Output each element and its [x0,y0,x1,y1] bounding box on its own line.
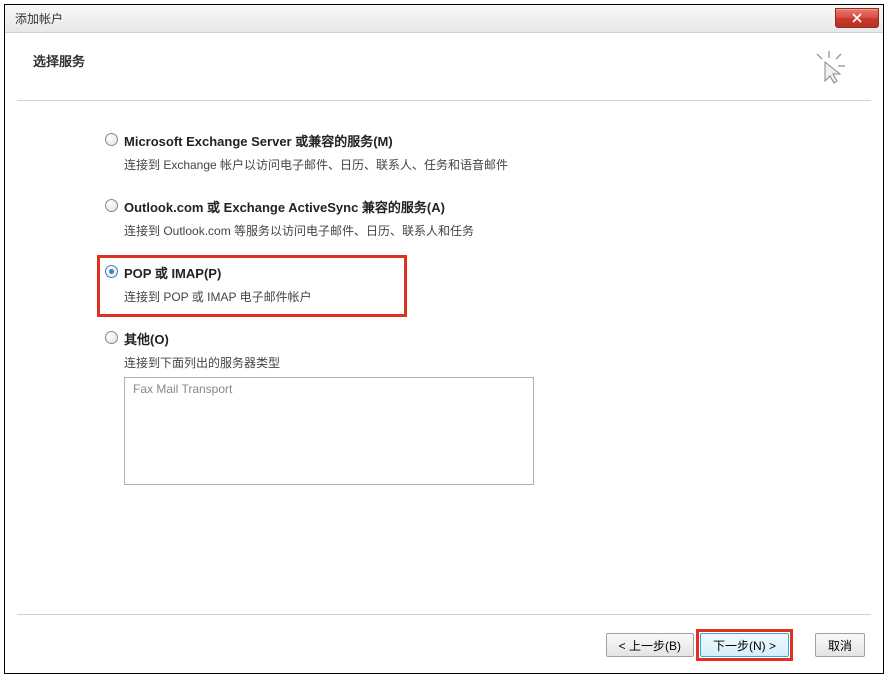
option-other: 其他(O) 连接到下面列出的服务器类型 Fax Mail Transport [105,329,883,485]
titlebar: 添加帐户 [5,5,883,33]
window-title: 添加帐户 [15,10,63,27]
content-area: Microsoft Exchange Server 或兼容的服务(M) 连接到 … [5,101,883,614]
radio-outlook[interactable] [105,199,118,212]
option-desc-other: 连接到下面列出的服务器类型 [124,354,883,371]
option-label-outlook: Outlook.com 或 Exchange ActiveSync 兼容的服务(… [124,197,445,216]
option-label-pop-imap: POP 或 IMAP(P) [124,263,221,282]
option-desc-pop-imap: 连接到 POP 或 IMAP 电子邮件帐户 [124,288,883,305]
option-desc-outlook: 连接到 Outlook.com 等服务以访问电子邮件、日历、联系人和任务 [124,222,883,239]
cancel-button[interactable]: 取消 [815,633,865,657]
back-button[interactable]: < 上一步(B) [606,633,694,657]
option-label-other: 其他(O) [124,329,169,348]
next-button-wrapper: 下一步(N) > [700,633,789,657]
option-desc-exchange: 连接到 Exchange 帐户以访问电子邮件、日历、联系人、任务和语音邮件 [124,156,883,173]
option-outlook: Outlook.com 或 Exchange ActiveSync 兼容的服务(… [105,197,883,239]
radio-exchange[interactable] [105,133,118,146]
footer-separator [17,614,871,615]
cursor-sparkle-icon [811,49,847,88]
close-icon [852,13,862,23]
next-button[interactable]: 下一步(N) > [700,633,789,657]
server-type-listbox[interactable]: Fax Mail Transport [124,377,534,485]
list-item[interactable]: Fax Mail Transport [133,382,525,396]
radio-pop-imap[interactable] [105,265,118,278]
page-title: 选择服务 [33,51,85,70]
wizard-footer: < 上一步(B) 下一步(N) > 取消 [5,619,883,673]
radio-other[interactable] [105,331,118,344]
close-button[interactable] [835,8,879,28]
wizard-header: 选择服务 [5,33,883,100]
option-exchange: Microsoft Exchange Server 或兼容的服务(M) 连接到 … [105,131,883,173]
add-account-dialog: 添加帐户 选择服务 [4,4,884,674]
option-pop-imap: POP 或 IMAP(P) 连接到 POP 或 IMAP 电子邮件帐户 [105,263,883,305]
option-label-exchange: Microsoft Exchange Server 或兼容的服务(M) [124,131,393,150]
